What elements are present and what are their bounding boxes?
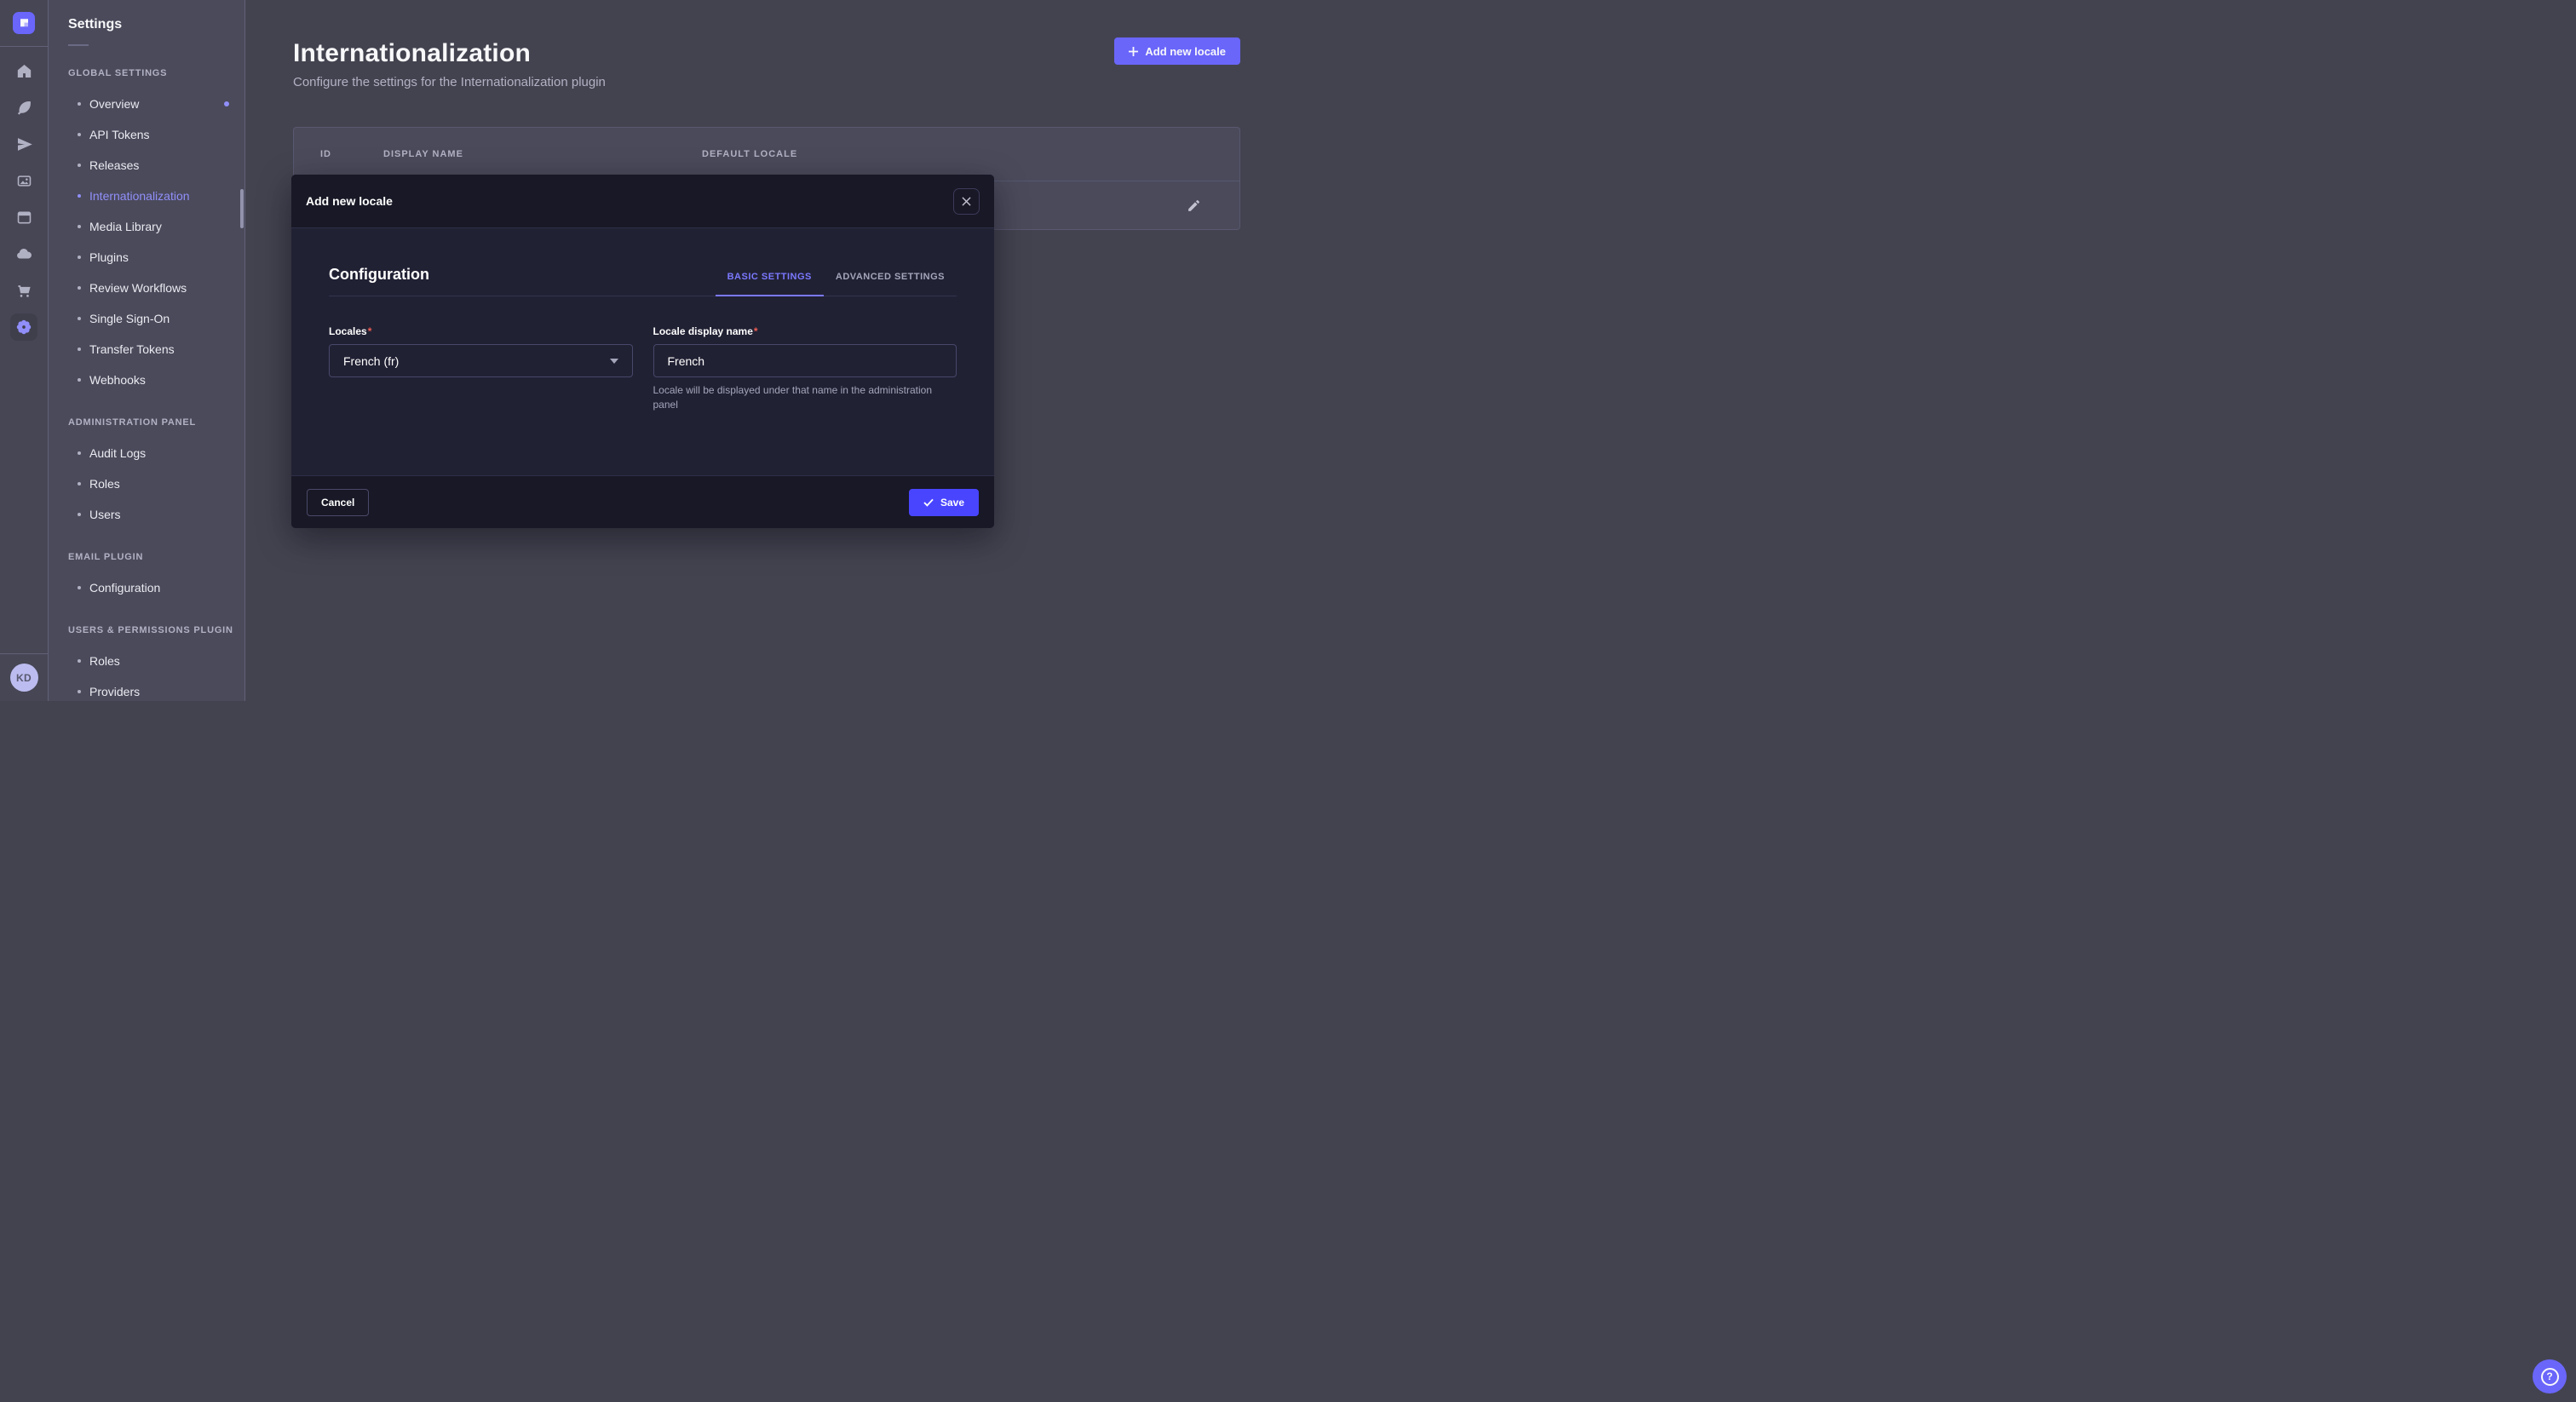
configuration-header-row: Configuration BASIC SETTINGS ADVANCED SE… — [329, 266, 957, 296]
configuration-heading: Configuration — [329, 266, 429, 296]
locales-label-text: Locales — [329, 325, 367, 337]
locales-label: Locales* — [329, 325, 633, 337]
modal-header: Add new locale — [291, 175, 994, 228]
close-icon — [962, 197, 971, 206]
chevron-down-icon — [610, 359, 618, 364]
cancel-button[interactable]: Cancel — [307, 489, 369, 516]
modal-body: Configuration BASIC SETTINGS ADVANCED SE… — [291, 228, 994, 475]
display-name-hint: Locale will be displayed under that name… — [653, 383, 957, 412]
required-asterisk: * — [368, 325, 372, 337]
display-name-label: Locale display name* — [653, 325, 957, 337]
save-button-label: Save — [940, 497, 964, 509]
tab-basic-settings[interactable]: BASIC SETTINGS — [716, 272, 824, 296]
required-asterisk: * — [754, 325, 758, 337]
modal-tabs: BASIC SETTINGS ADVANCED SETTINGS — [716, 272, 957, 296]
save-button[interactable]: Save — [909, 489, 979, 516]
display-name-field-group: Locale display name* Locale will be disp… — [653, 325, 957, 412]
close-modal-button[interactable] — [953, 188, 980, 215]
locales-select[interactable]: French (fr) — [329, 344, 633, 377]
display-name-label-text: Locale display name — [653, 325, 753, 337]
add-locale-modal: Add new locale Configuration BASIC SETTI… — [291, 175, 994, 528]
locales-field-group: Locales* French (fr) — [329, 325, 633, 412]
modal-title: Add new locale — [306, 194, 393, 208]
locales-select-value: French (fr) — [343, 354, 399, 368]
modal-footer: Cancel Save — [291, 475, 994, 528]
display-name-input[interactable] — [653, 344, 957, 377]
tab-advanced-settings[interactable]: ADVANCED SETTINGS — [824, 272, 957, 296]
locale-form-row: Locales* French (fr) Locale display name… — [329, 325, 957, 412]
check-icon — [923, 498, 934, 507]
